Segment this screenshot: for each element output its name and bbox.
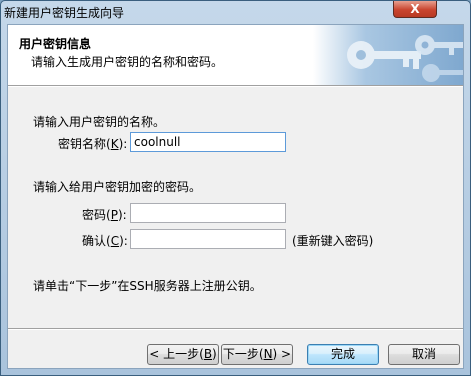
confirm-label-suffix: ):: [119, 234, 128, 248]
name-prompt: 请输入用户密钥的名称。: [33, 115, 166, 129]
finish-button[interactable]: 完成: [307, 344, 379, 365]
password-prompt: 请输入给用户密钥加密的密码。: [33, 180, 202, 194]
confirm-password-input[interactable]: [130, 229, 286, 249]
password-label: 密码(P):: [82, 206, 127, 223]
back-button[interactable]: < 上一步(B): [147, 344, 219, 365]
confirm-label-text: 确认(: [82, 234, 111, 248]
register-note: 请单击“下一步”在SSH服务器上注册公钥。: [33, 279, 262, 293]
wizard-window: 新建用户密钥生成向导 X 用户密钥信息 请输入生成用户密钥的名称和密码。 请输入…: [0, 0, 471, 376]
key-name-input[interactable]: [130, 132, 286, 152]
title-bar[interactable]: 新建用户密钥生成向导 X: [1, 1, 470, 23]
window-title: 新建用户密钥生成向导: [4, 6, 125, 20]
cancel-button[interactable]: 取消: [388, 344, 460, 365]
close-icon: X: [410, 2, 420, 16]
next-label: 下一步(: [222, 347, 264, 361]
dialog-body: 用户密钥信息 请输入生成用户密钥的名称和密码。 请输入用户密钥的名称。 密钥名称…: [7, 24, 464, 369]
key-name-label-text: 密钥名称(: [58, 137, 111, 151]
back-label-end: ): [212, 347, 217, 361]
password-input[interactable]: [130, 203, 286, 223]
password-label-suffix: ):: [117, 208, 127, 222]
page-subtitle: 请输入生成用户密钥的名称和密码。: [31, 55, 224, 69]
confirm-label: 确认(C):: [82, 232, 128, 249]
key-name-accel: K: [110, 137, 119, 151]
password-label-text: 密码(: [82, 208, 111, 222]
close-button[interactable]: X: [393, 1, 437, 18]
reenter-hint: (重新键入密码): [292, 234, 374, 248]
footer-divider: [8, 328, 463, 330]
next-button[interactable]: 下一步(N) >: [221, 344, 293, 365]
back-accel: B: [203, 347, 213, 361]
password-accel: P: [110, 208, 118, 222]
back-label: < 上一步(: [149, 347, 204, 361]
key-name-label-suffix: ):: [118, 137, 128, 151]
page-title: 用户密钥信息: [19, 37, 92, 51]
key-name-label: 密钥名称(K):: [58, 135, 127, 152]
wizard-header: 用户密钥信息 请输入生成用户密钥的名称和密码。: [8, 25, 463, 85]
next-accel: N: [263, 347, 273, 361]
keys-banner-icon: [313, 25, 463, 85]
next-label-end: ) >: [272, 347, 292, 361]
confirm-accel: C: [110, 234, 120, 248]
header-divider: [8, 85, 463, 87]
